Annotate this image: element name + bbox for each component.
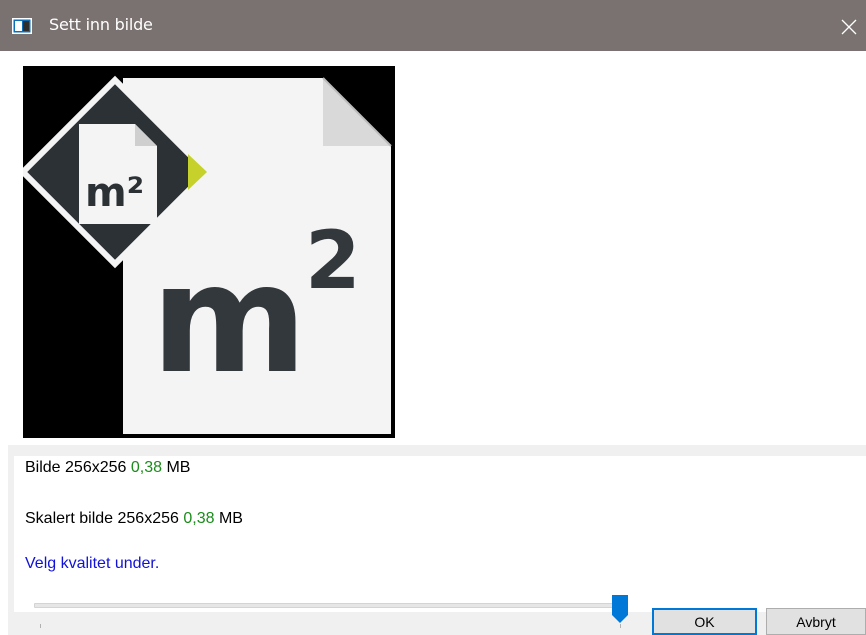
quality-slider-thumb[interactable] — [611, 594, 629, 624]
info-panel — [14, 456, 866, 612]
scaled-size-line: Skalert bilde 256x256 0,38 MB — [25, 510, 243, 528]
large-m-text: m — [151, 233, 307, 407]
slider-tick-max — [620, 624, 621, 628]
cancel-button[interactable]: Avbryt — [766, 608, 866, 635]
quality-slider-track[interactable] — [34, 603, 626, 608]
quality-hint: Velg kvalitet under. — [25, 555, 160, 572]
title-bar[interactable]: Sett inn bilde — [0, 0, 866, 51]
badge-text: m² — [85, 170, 144, 216]
close-icon — [841, 19, 857, 35]
window-title: Sett inn bilde — [49, 15, 153, 34]
ok-button[interactable]: OK — [652, 608, 757, 635]
scaled-size-unit: MB — [218, 510, 243, 527]
scaled-label: Skalert bilde 256x256 — [25, 510, 179, 527]
original-size-line: Bilde 256x256 0,38 MB — [25, 459, 190, 477]
image-preview: m² m 2 — [18, 66, 395, 438]
scaled-size-value: 0,38 — [183, 510, 215, 527]
close-button[interactable] — [832, 10, 866, 44]
original-label: Bilde 256x256 — [25, 459, 127, 476]
m2-file-image: m² m 2 — [18, 66, 395, 438]
original-size-unit: MB — [166, 459, 191, 476]
app-image-icon — [12, 18, 32, 34]
large-sup-text: 2 — [305, 214, 361, 307]
slider-tick-min — [40, 624, 41, 628]
original-size-value: 0,38 — [130, 459, 163, 476]
